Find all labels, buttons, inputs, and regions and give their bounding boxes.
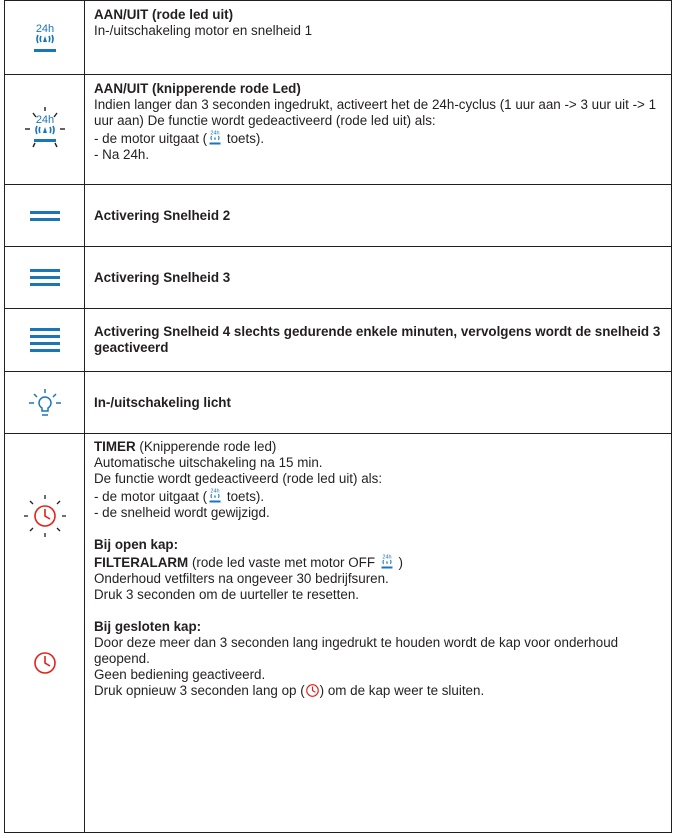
icon-cell (4, 246, 85, 309)
closed-hood-line: Druk opnieuw 3 seconden lang op () om de… (94, 683, 485, 698)
row-speed-3: Activering Snelheid 3 (4, 246, 672, 309)
speed-3-icon (29, 269, 60, 286)
timer-icon (33, 652, 56, 674)
row-text: AAN/UIT (rode led uit) In-/uitschakeling… (84, 0, 672, 75)
fan-24h-blinking-icon: 24h (24, 106, 65, 147)
svg-text:24h: 24h (211, 131, 220, 137)
filter-alarm-line: FILTERALARM (rode led vaste met motor OF… (94, 554, 403, 571)
icon-cell (4, 371, 85, 434)
open-hood-heading: Bij open kap: (94, 537, 179, 552)
timer-icon (305, 684, 319, 697)
row-title: AAN/UIT (knipperende rode Led) (94, 81, 301, 96)
timer-blinking-icon (23, 495, 66, 537)
icon-cell (4, 433, 85, 833)
row-text: Activering Snelheid 4 slechts gedurende … (84, 308, 672, 372)
timer-line: Automatische uitschakeling na 15 min. (94, 455, 323, 470)
row-title: AAN/UIT (rode led uit) (94, 7, 234, 22)
row-text: Activering Snelheid 3 (84, 246, 672, 309)
svg-text:24h: 24h (35, 23, 53, 35)
open-hood-line: Onderhoud vetfilters na ongeveer 30 bedr… (94, 571, 389, 586)
icon-cell: 24h (4, 0, 85, 75)
timer-line: - de snelheid wordt gewijzigd. (94, 505, 270, 520)
svg-text:24h: 24h (35, 114, 53, 126)
row-text: Activering Snelheid 2 (84, 184, 672, 247)
icon-cell: 24h (4, 74, 85, 185)
fan-24h-icon: 24h (381, 555, 393, 569)
timer-title: TIMER (Knipperende rode led) (94, 439, 277, 454)
fan-24h-icon: 24h (209, 131, 221, 145)
row-text: TIMER (Knipperende rode led) Automatisch… (84, 433, 672, 833)
fan-24h-icon: 24h (209, 489, 221, 503)
row-text: In-/uitschakeling licht (84, 371, 672, 434)
row-text: AAN/UIT (knipperende rode Led) Indien la… (84, 74, 672, 185)
closed-hood-line: Geen bediening geactiveerd. (94, 667, 266, 682)
row-speed-4: Activering Snelheid 4 slechts gedurende … (4, 308, 672, 372)
svg-text:24h: 24h (211, 489, 220, 495)
speed-4-icon (29, 328, 60, 352)
open-hood-line: Druk 3 seconden om de uurteller te reset… (94, 587, 359, 602)
timer-line: De functie wordt gedeactiveerd (rode led… (94, 471, 383, 486)
fan-24h-icon: 24h (33, 23, 56, 52)
row-on-off-blinking: 24h AAN/UIT (knipperende rode Led) Indie… (4, 74, 672, 185)
icon-cell (4, 308, 85, 372)
speed-2-icon (29, 210, 60, 221)
row-on-off: 24h AAN/UIT (rode led uit) In-/uitschake… (4, 0, 672, 75)
svg-text:24h: 24h (382, 555, 391, 561)
closed-hood-line: Door deze meer dan 3 seconden lang inged… (94, 635, 619, 666)
row-desc-motor: - de motor uitgaat (24h toets). (94, 130, 265, 147)
row-timer: TIMER (Knipperende rode led) Automatisch… (4, 433, 672, 833)
timer-line: - de motor uitgaat (24h toets). (94, 488, 265, 505)
row-light: In-/uitschakeling licht (4, 371, 672, 434)
closed-hood-heading: Bij gesloten kap: (94, 619, 202, 634)
row-desc-after: - Na 24h. (94, 147, 150, 162)
row-speed-2: Activering Snelheid 2 (4, 184, 672, 247)
icon-cell (4, 184, 85, 247)
row-desc: Indien langer dan 3 seconden ingedrukt, … (94, 97, 657, 128)
controls-table: 24h AAN/UIT (rode led uit) In-/uitschake… (4, 0, 672, 833)
row-desc: In-/uitschakeling motor en snelheid 1 (94, 23, 313, 38)
light-bulb-icon (28, 388, 61, 416)
